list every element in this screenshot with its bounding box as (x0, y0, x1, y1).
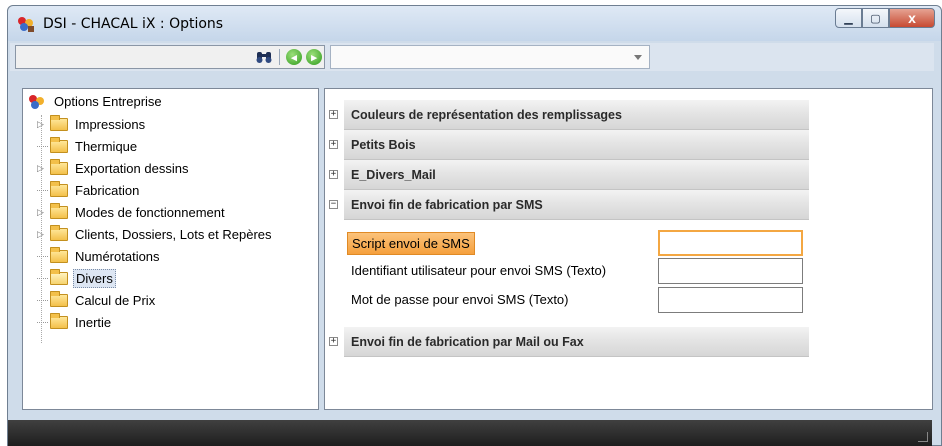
window-controls: ▁ ▢ x (835, 8, 935, 30)
tree-item-divers[interactable]: Divers (37, 267, 116, 289)
folder-icon (50, 246, 68, 263)
section-divers-mail[interactable]: + E_Divers_Mail (325, 160, 809, 190)
section-title: E_Divers_Mail (351, 168, 436, 182)
tree-connector (37, 255, 48, 257)
collapse-minus-icon[interactable]: − (329, 200, 338, 209)
binoculars-icon[interactable] (255, 49, 273, 65)
section-title: Envoi fin de fabrication par SMS (351, 198, 543, 212)
minimize-button[interactable]: ▁ (835, 8, 862, 28)
tree-item-label: Impressions (75, 116, 146, 132)
section-envoi-sms[interactable]: − Envoi fin de fabrication par SMS (325, 190, 809, 220)
options-tree: Options Entreprise ▷ Impressions Thermiq… (22, 88, 319, 410)
section-couleurs[interactable]: + Couleurs de représentation des remplis… (325, 100, 809, 130)
company-options-icon (29, 94, 44, 109)
minimize-icon: ▁ (844, 12, 853, 25)
tree-connector (37, 299, 48, 301)
section-envoi-mail-fax[interactable]: + Envoi fin de fabrication par Mail ou F… (325, 327, 809, 357)
tree-connector (37, 321, 48, 323)
field-label-active: Script envoi de SMS (347, 232, 475, 255)
section-title: Petits Bois (351, 138, 416, 152)
toolbar-icons: ◂ ▸ (255, 48, 322, 66)
password-sms-input[interactable] (658, 287, 803, 313)
section-petits-bois[interactable]: + Petits Bois (325, 130, 809, 160)
folder-icon (50, 114, 68, 131)
tree-item-label: Clients, Dossiers, Lots et Repères (75, 226, 272, 242)
section-header[interactable]: Envoi fin de fabrication par SMS (344, 190, 809, 220)
section-header[interactable]: E_Divers_Mail (344, 160, 809, 190)
back-arrow-icon[interactable]: ◂ (286, 49, 302, 65)
field-row-identifiant: Identifiant utilisateur pour envoi SMS (… (345, 258, 805, 284)
expand-arrow-icon[interactable]: ▷ (37, 229, 47, 239)
title-bar[interactable]: DSI - CHACAL iX : Options ▁ ▢ x (8, 6, 941, 41)
tree-item-label: Inertie (75, 314, 112, 330)
tree-item-thermique[interactable]: Thermique (37, 135, 139, 157)
identifiant-sms-input[interactable] (658, 258, 803, 284)
navigation-combo[interactable] (330, 45, 650, 69)
expand-arrow-icon[interactable]: ▷ (37, 207, 47, 217)
tree-connector (37, 189, 48, 191)
tree-item-label: Calcul de Prix (75, 292, 156, 308)
folder-icon (50, 290, 68, 307)
tree-item-label-selected: Divers (73, 268, 116, 288)
expand-plus-icon[interactable]: + (329, 337, 338, 346)
folder-icon (50, 224, 68, 241)
toolbar-separator (279, 49, 280, 65)
field-row-mot-de-passe: Mot de passe pour envoi SMS (Texto) (345, 287, 805, 313)
chevron-down-icon[interactable] (634, 55, 642, 60)
resize-grip-icon[interactable] (918, 432, 928, 442)
tree-item-inertie[interactable]: Inertie (37, 311, 113, 333)
tree-item-calcul-de-prix[interactable]: Calcul de Prix (37, 289, 157, 311)
section-title: Couleurs de représentation des remplissa… (351, 108, 622, 122)
tree-item-label: Numérotations (75, 248, 160, 264)
tree-item-label: Fabrication (75, 182, 140, 198)
toolbar: ◂ ▸ (10, 43, 934, 71)
folder-icon (50, 180, 68, 197)
folder-icon (50, 136, 68, 153)
section-header[interactable]: Couleurs de représentation des remplissa… (344, 100, 809, 130)
search-input[interactable]: ◂ ▸ (15, 45, 325, 69)
expand-arrow-icon[interactable]: ▷ (37, 119, 47, 129)
script-sms-input[interactable] (658, 230, 803, 256)
folder-icon (50, 312, 68, 329)
folder-icon (50, 158, 68, 175)
open-folder-icon (50, 268, 68, 285)
section-header[interactable]: Petits Bois (344, 130, 809, 160)
section-header[interactable]: Envoi fin de fabrication par Mail ou Fax (344, 327, 809, 357)
expand-arrow-icon[interactable]: ▷ (37, 163, 47, 173)
maximize-icon: ▢ (870, 12, 881, 25)
tree-item-exportation-dessins[interactable]: ▷ Exportation dessins (37, 157, 190, 179)
tree-item-impressions[interactable]: ▷ Impressions (37, 113, 147, 135)
tree-item-numerotations[interactable]: Numérotations (37, 245, 162, 267)
section-title: Envoi fin de fabrication par Mail ou Fax (351, 335, 584, 349)
field-label: Identifiant utilisateur pour envoi SMS (… (351, 263, 607, 278)
folder-icon (50, 202, 68, 219)
maximize-button[interactable]: ▢ (862, 8, 889, 28)
expand-plus-icon[interactable]: + (329, 110, 338, 119)
tree-connector (37, 145, 48, 147)
field-row-script-sms: Script envoi de SMS (345, 230, 805, 256)
close-button[interactable]: x (889, 8, 935, 28)
tree-item-label: Modes de fonctionnement (75, 204, 225, 220)
close-icon: x (908, 10, 916, 26)
expand-plus-icon[interactable]: + (329, 140, 338, 149)
tree-item-modes-de-fonctionnement[interactable]: ▷ Modes de fonctionnement (37, 201, 227, 223)
tree-item-fabrication[interactable]: Fabrication (37, 179, 141, 201)
status-bar (8, 420, 932, 446)
tree-connector (37, 277, 48, 279)
tree-item-clients-dossiers[interactable]: ▷ Clients, Dossiers, Lots et Repères (37, 223, 274, 245)
tree-item-label: Exportation dessins (75, 160, 189, 176)
tree-root[interactable]: Options Entreprise (27, 93, 164, 110)
app-logo-icon (18, 17, 34, 32)
tree-item-label: Thermique (75, 138, 138, 154)
tree-root-label: Options Entreprise (54, 94, 162, 109)
expand-plus-icon[interactable]: + (329, 170, 338, 179)
forward-arrow-icon[interactable]: ▸ (306, 49, 322, 65)
field-label: Mot de passe pour envoi SMS (Texto) (351, 292, 569, 307)
options-panel: + Couleurs de représentation des remplis… (324, 88, 933, 410)
window-title: DSI - CHACAL iX : Options (43, 16, 224, 32)
